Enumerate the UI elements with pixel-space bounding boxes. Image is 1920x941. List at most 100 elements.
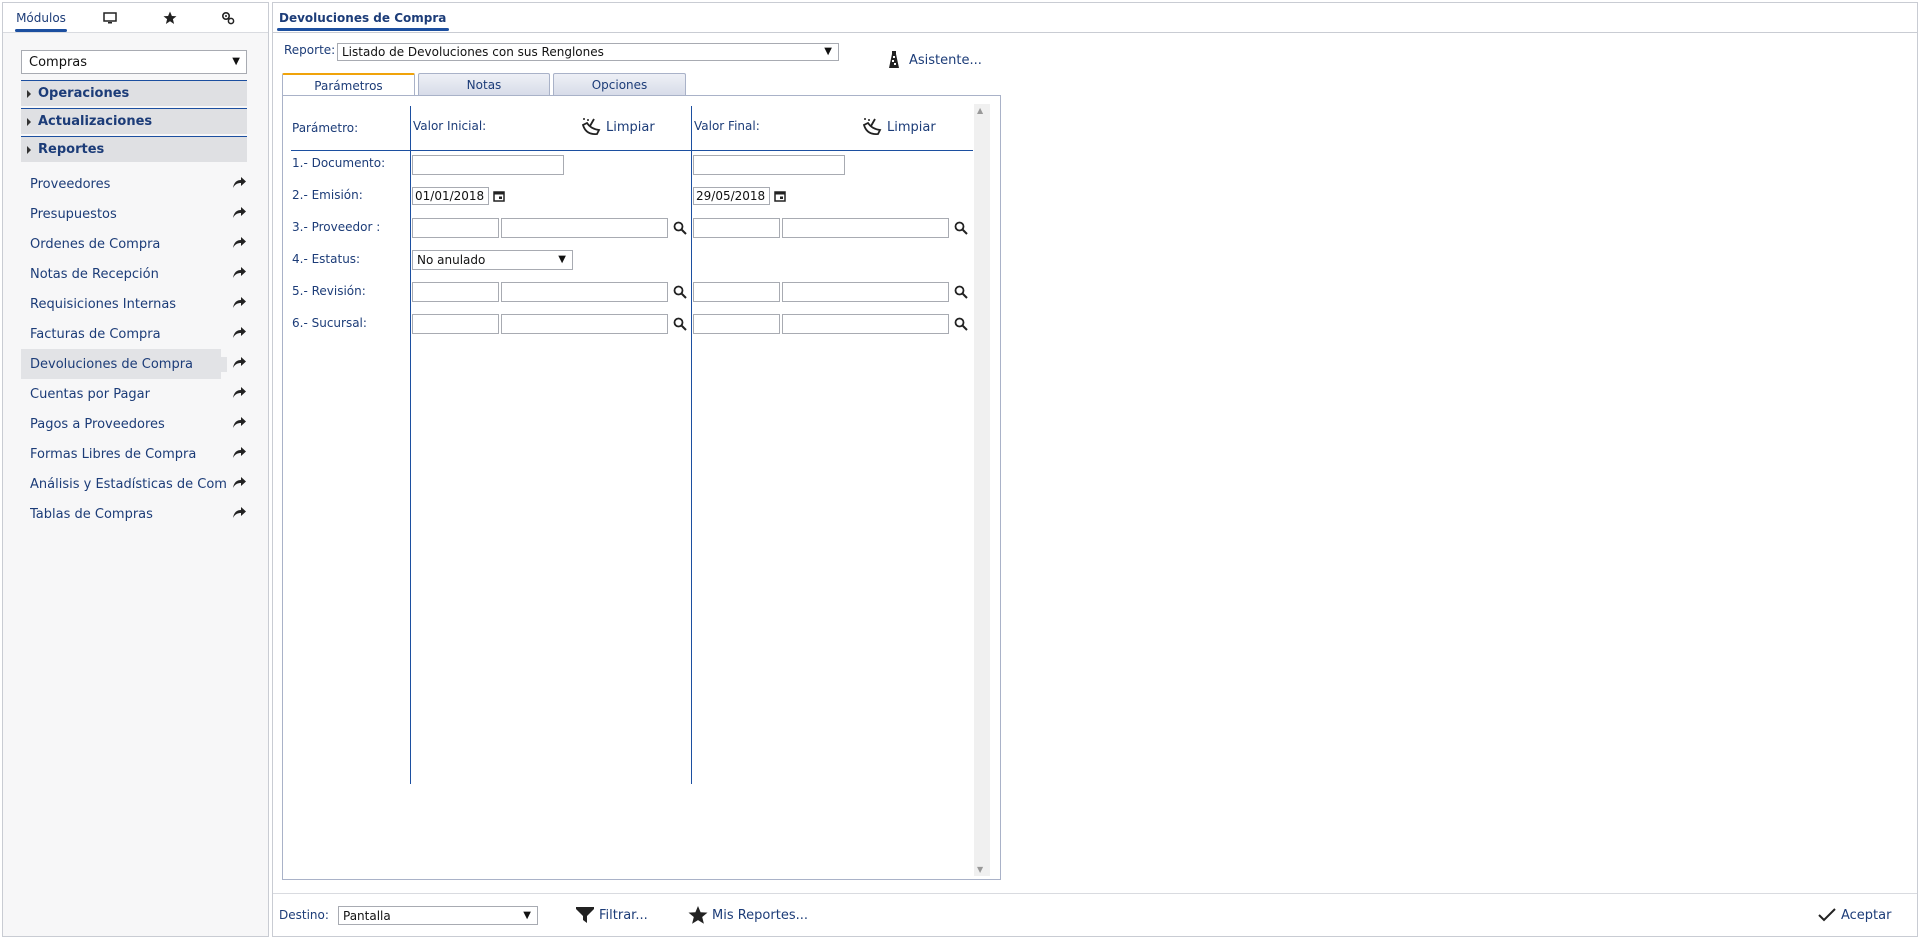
tab-modulos[interactable]: Módulos (11, 3, 71, 32)
caret-right-icon (27, 117, 31, 126)
limpiar-final-button[interactable]: Limpiar (861, 117, 936, 137)
proveedor-to-name[interactable] (782, 218, 949, 238)
nav-item-analisis[interactable]: Análisis y Estadísticas de Com (21, 469, 251, 499)
aceptar-button[interactable]: Aceptar (1817, 905, 1891, 925)
tab-notas[interactable]: Notas (418, 73, 550, 96)
documento-from-input[interactable] (412, 155, 564, 175)
left-tabs: Módulos (3, 3, 268, 33)
scroll-up-icon[interactable]: ▲ (977, 106, 983, 115)
share-arrow-icon (233, 207, 246, 218)
tab-opciones[interactable]: Opciones (553, 73, 686, 96)
share-arrow-icon (233, 477, 246, 488)
nav-item-ordenes-compra[interactable]: Órdenes de Compra (21, 229, 251, 259)
tab-parametros[interactable]: Parámetros (282, 73, 415, 97)
section-actualizaciones[interactable]: Actualizaciones (21, 108, 247, 134)
documento-to-input[interactable] (693, 155, 845, 175)
nav-item-label: Proveedores (30, 176, 111, 192)
nav-item-requisiciones[interactable]: Requisiciones Internas (21, 289, 251, 319)
nav-item-pagos[interactable]: Pagos a Proveedores (21, 409, 251, 439)
scroll-down-icon[interactable]: ▼ (977, 865, 983, 874)
nav-item-presupuestos[interactable]: Presupuestos (21, 199, 251, 229)
chevron-down-icon: ▼ (232, 56, 240, 67)
column-divider (691, 106, 692, 784)
search-icon[interactable] (954, 317, 968, 331)
calendar-icon[interactable] (774, 190, 786, 202)
share-arrow-icon (233, 387, 246, 398)
chevron-down-icon: ▼ (824, 46, 832, 57)
param-label-emision: 2.- Emisión: (292, 188, 363, 202)
tab-monitor[interactable] (85, 3, 135, 32)
header-parametro: Parámetro: (292, 121, 359, 135)
estatus-select-value: No anulado (417, 253, 486, 267)
proveedor-from-code[interactable] (412, 218, 499, 238)
destino-select[interactable]: Pantalla ▼ (338, 906, 538, 925)
search-icon[interactable] (673, 285, 687, 299)
nav-item-formas-libres[interactable]: Formas Libres de Compra (21, 439, 251, 469)
tab-settings[interactable] (203, 3, 253, 32)
aceptar-label: Aceptar (1841, 907, 1892, 923)
limpiar-inicial-button[interactable]: Limpiar (580, 117, 655, 137)
main-panel: Devoluciones de Compra Reporte: Listado … (272, 2, 1918, 937)
chevron-down-icon: ▼ (523, 910, 531, 921)
sucursal-from-code[interactable] (412, 314, 499, 334)
caret-right-icon (27, 89, 31, 98)
emision-from-date[interactable]: 01/01/2018 (412, 187, 489, 205)
tab-devoluciones-compra[interactable]: Devoluciones de Compra (276, 11, 450, 31)
destino-label: Destino: (279, 908, 329, 922)
nav-item-proveedores[interactable]: Proveedores (21, 169, 251, 199)
nav-item-label: Notas de Recepción (30, 266, 159, 282)
revision-from-name[interactable] (501, 282, 668, 302)
search-icon[interactable] (954, 285, 968, 299)
tab-favorites[interactable] (145, 3, 195, 32)
vertical-scrollbar[interactable]: ▲ ▼ (974, 104, 990, 876)
search-icon[interactable] (673, 317, 687, 331)
wizard-icon (889, 51, 899, 68)
caret-right-icon (27, 145, 31, 154)
nav-list: Proveedores Presupuestos Órdenes de Comp… (21, 169, 251, 529)
share-arrow-icon (233, 297, 246, 308)
param-label-documento: 1.- Documento: (292, 156, 386, 170)
report-select[interactable]: Listado de Devoluciones con sus Renglone… (337, 43, 839, 61)
revision-from-code[interactable] (412, 282, 499, 302)
share-arrow-icon (233, 447, 246, 458)
footer-bar: Destino: Pantalla ▼ Filtrar... Mis Repor… (273, 893, 1917, 936)
nav-item-label: Presupuestos (30, 206, 117, 222)
sucursal-from-name[interactable] (501, 314, 668, 334)
nav-item-devoluciones[interactable]: Devoluciones de Compra (21, 349, 251, 379)
section-label: Reportes (38, 142, 105, 157)
header-valor-final: Valor Final: (694, 119, 760, 133)
report-select-value: Listado de Devoluciones con sus Renglone… (342, 45, 604, 59)
estatus-select[interactable]: No anulado ▼ (412, 250, 573, 270)
filtrar-button[interactable]: Filtrar... (575, 905, 648, 925)
proveedor-from-name[interactable] (501, 218, 668, 238)
nav-item-cuentas-pagar[interactable]: Cuentas por Pagar (21, 379, 251, 409)
sucursal-to-name[interactable] (782, 314, 949, 334)
mis-reportes-button[interactable]: Mis Reportes... (688, 905, 808, 925)
star-icon (163, 11, 177, 24)
proveedor-to-code[interactable] (693, 218, 780, 238)
nav-item-facturas[interactable]: Facturas de Compra (21, 319, 251, 349)
nav-item-tablas[interactable]: Tablas de Compras (21, 499, 251, 529)
nav-item-label: Cuentas por Pagar (30, 386, 150, 402)
revision-to-name[interactable] (782, 282, 949, 302)
search-icon[interactable] (673, 221, 687, 235)
asistente-button[interactable]: Asistente... (887, 50, 982, 70)
parameters-panel: ▲ ▼ Parámetro: Valor Inicial: Limpiar Va… (282, 95, 1001, 880)
module-select-value: Compras (29, 54, 88, 70)
share-arrow-icon (233, 357, 246, 368)
module-select[interactable]: Compras ▼ (21, 50, 247, 74)
share-arrow-icon (233, 417, 246, 428)
left-panel: Módulos Compras ▼ Operaciones Actualizac… (2, 2, 269, 937)
share-arrow-icon (233, 507, 246, 518)
filter-icon (576, 907, 594, 923)
revision-to-code[interactable] (693, 282, 780, 302)
emision-to-date[interactable]: 29/05/2018 (693, 187, 770, 205)
sucursal-to-code[interactable] (693, 314, 780, 334)
calendar-icon[interactable] (493, 190, 505, 202)
section-operaciones[interactable]: Operaciones (21, 80, 247, 106)
nav-item-label: Facturas de Compra (30, 326, 161, 342)
search-icon[interactable] (954, 221, 968, 235)
gears-icon (221, 11, 235, 24)
nav-item-notas-recepcion[interactable]: Notas de Recepción (21, 259, 251, 289)
section-reportes[interactable]: Reportes (21, 136, 247, 162)
